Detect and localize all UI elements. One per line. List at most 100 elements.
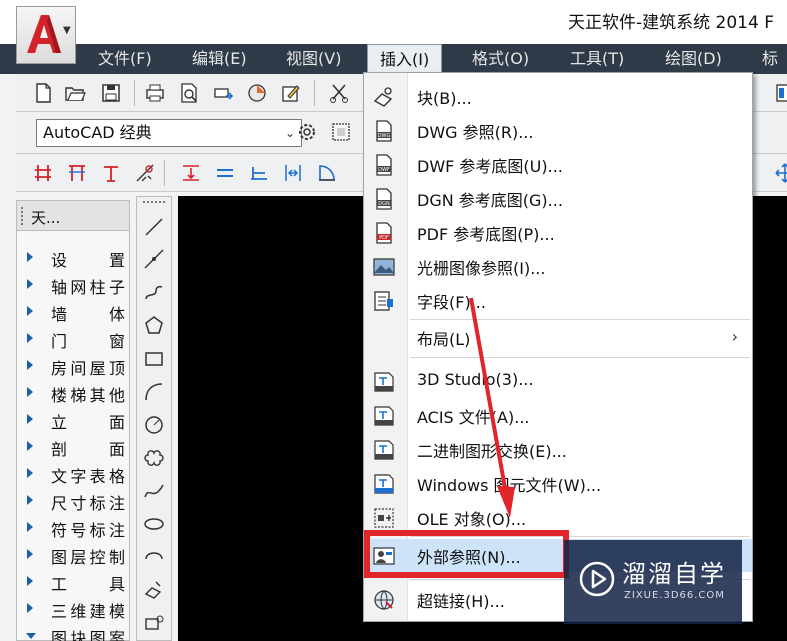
menu-item-ole-object[interactable]: OLE 对象(O)... xyxy=(364,501,752,534)
menu-item-label: 3D Studio(3)... xyxy=(417,370,534,389)
workspace-settings-icon[interactable] xyxy=(296,121,318,143)
panel-item-text-table[interactable]: 文字表格 xyxy=(17,461,129,487)
3d-dwf-icon[interactable] xyxy=(246,82,268,104)
spline-icon[interactable] xyxy=(142,479,166,503)
menu-insert[interactable]: 插入(I) xyxy=(367,44,443,74)
circle-icon[interactable] xyxy=(142,413,166,437)
construction-line-icon[interactable] xyxy=(142,247,166,271)
menu-item-raster-image[interactable]: 光栅图像参照(I)... xyxy=(364,250,752,283)
menu-item-label: DWF 参考底图(U)... xyxy=(417,157,563,176)
menu-item-pdf-underlay[interactable]: PDF PDF 参考底图(P)... xyxy=(364,216,752,249)
panel-item-door-window[interactable]: 门窗 xyxy=(17,326,129,352)
panel-item-label: 轴网柱子 xyxy=(51,278,125,297)
panel-item-stairs-other[interactable]: 楼梯其他 xyxy=(17,380,129,406)
edit-icon[interactable] xyxy=(280,82,302,104)
menu-item-dwf-underlay[interactable]: DWF DWF 参考底图(U)... xyxy=(364,148,752,181)
drag-handle-icon[interactable] xyxy=(143,201,165,205)
print-icon[interactable] xyxy=(144,82,166,104)
drag-handle-icon[interactable] xyxy=(21,207,25,225)
make-block-icon[interactable] xyxy=(142,611,166,635)
menu-file[interactable]: 文件(F) xyxy=(98,44,152,74)
panel-item-settings[interactable]: 设置 xyxy=(17,245,129,271)
wall-line-icon[interactable] xyxy=(214,162,236,184)
column-icon[interactable] xyxy=(66,162,88,184)
application-menu-button[interactable]: ▼ xyxy=(16,6,76,64)
menu-draw[interactable]: 绘图(D) xyxy=(665,44,722,74)
expand-arrow-icon xyxy=(27,252,33,262)
open-folder-icon[interactable] xyxy=(64,82,86,104)
ellipse-arc-icon[interactable] xyxy=(142,545,166,569)
rectangle-icon[interactable] xyxy=(142,347,166,371)
xbin-icon xyxy=(372,438,396,462)
svg-text:PDF: PDF xyxy=(379,235,389,241)
panel-item-label: 三维建模 xyxy=(51,602,125,621)
workspace-lock-icon[interactable] xyxy=(330,121,352,143)
panel-item-room-roof[interactable]: 房间屋顶 xyxy=(17,353,129,379)
expand-arrow-icon xyxy=(27,360,33,370)
menu-item-dwg-reference[interactable]: DWG DWG 参照(R)... xyxy=(364,114,752,147)
expand-arrow-icon xyxy=(27,414,33,424)
menu-item-label: Windows 图元文件(W)... xyxy=(417,476,602,495)
save-icon[interactable] xyxy=(100,82,122,104)
panel-item-dimension[interactable]: 尺寸标注 xyxy=(17,488,129,514)
wall-offset-icon[interactable] xyxy=(180,162,202,184)
autocad-logo-icon xyxy=(27,15,61,53)
arc-icon[interactable] xyxy=(142,380,166,404)
ellipse-icon[interactable] xyxy=(142,512,166,536)
chevron-right-icon: › xyxy=(731,327,738,346)
menu-item-acis-file[interactable]: ACIS 文件(A)... xyxy=(364,399,752,432)
angle-column-icon[interactable] xyxy=(134,162,156,184)
play-logo-icon xyxy=(579,561,615,597)
panel-item-label: 文字表格 xyxy=(51,467,125,486)
insert-block-icon[interactable] xyxy=(142,578,166,602)
panel-item-section[interactable]: 剖面 xyxy=(17,434,129,460)
panel-item-symbol[interactable]: 符号标注 xyxy=(17,515,129,541)
menu-item-dgn-underlay[interactable]: DGN DGN 参考底图(G)... xyxy=(364,182,752,215)
dimension-axis-icon[interactable] xyxy=(100,162,122,184)
door-arc-icon[interactable] xyxy=(316,162,338,184)
publish-icon[interactable] xyxy=(212,82,234,104)
menu-item-layout[interactable]: 布局(L) › xyxy=(364,321,752,354)
polyline-icon[interactable] xyxy=(142,281,166,305)
properties-icon[interactable] xyxy=(774,82,787,104)
wall-base-icon[interactable] xyxy=(248,162,270,184)
print-preview-icon[interactable] xyxy=(178,82,200,104)
menu-view[interactable]: 视图(V) xyxy=(286,44,341,74)
menu-item-label: 块(B)... xyxy=(417,89,472,108)
revision-cloud-icon[interactable] xyxy=(142,446,166,470)
panel-item-layer-control[interactable]: 图层控制 xyxy=(17,542,129,568)
watermark: 溜溜自学 ZIXUE.3D66.COM xyxy=(564,540,742,624)
menu-item-field[interactable]: 字段(F)... xyxy=(364,284,752,317)
panel-item-3d-modeling[interactable]: 三维建模 xyxy=(17,596,129,622)
panel-item-tools[interactable]: 工具 xyxy=(17,569,129,595)
menu-item-block[interactable]: 块(B)... xyxy=(364,80,752,113)
panel-item-elevation[interactable]: 立面 xyxy=(17,407,129,433)
new-file-icon[interactable] xyxy=(32,82,54,104)
expand-arrow-icon xyxy=(27,387,33,397)
axis-grid-icon[interactable] xyxy=(32,162,54,184)
wall-gap-icon[interactable] xyxy=(282,162,304,184)
panel-header[interactable]: 天... xyxy=(17,201,129,231)
menu-item-windows-metafile[interactable]: Windows 图元文件(W)... xyxy=(364,467,752,500)
panel-item-block-pattern[interactable]: 图块图案 xyxy=(17,623,129,641)
menu-item-3d-studio[interactable]: 3D Studio(3)... xyxy=(364,365,752,398)
menu-tools[interactable]: 工具(T) xyxy=(570,44,624,74)
panel-item-wall[interactable]: 墙体 xyxy=(17,299,129,325)
polygon-icon[interactable] xyxy=(142,314,166,338)
panel-item-label: 设置 xyxy=(51,251,125,270)
panel-item-label: 墙体 xyxy=(51,305,125,324)
menu-dimension[interactable]: 标 xyxy=(762,44,778,74)
panel-item-label: 楼梯其他 xyxy=(51,386,125,405)
expand-arrow-icon xyxy=(27,279,33,289)
menu-item-label: 二进制图形交换(E)... xyxy=(417,442,567,461)
line-tool-icon[interactable] xyxy=(142,215,166,239)
menu-item-binary-exchange[interactable]: 二进制图形交换(E)... xyxy=(364,433,752,466)
panel-item-label: 剖面 xyxy=(51,440,125,459)
panel-item-axis-column[interactable]: 轴网柱子 xyxy=(17,272,129,298)
menu-format[interactable]: 格式(O) xyxy=(472,44,529,74)
menu-edit[interactable]: 编辑(E) xyxy=(192,44,247,74)
cut-icon[interactable] xyxy=(328,82,350,104)
workspace-dropdown[interactable]: AutoCAD 经典 ⌄ xyxy=(36,119,302,147)
window-title: 天正软件-建筑系统 2014 F xyxy=(568,13,774,33)
move-icon[interactable] xyxy=(774,162,787,184)
